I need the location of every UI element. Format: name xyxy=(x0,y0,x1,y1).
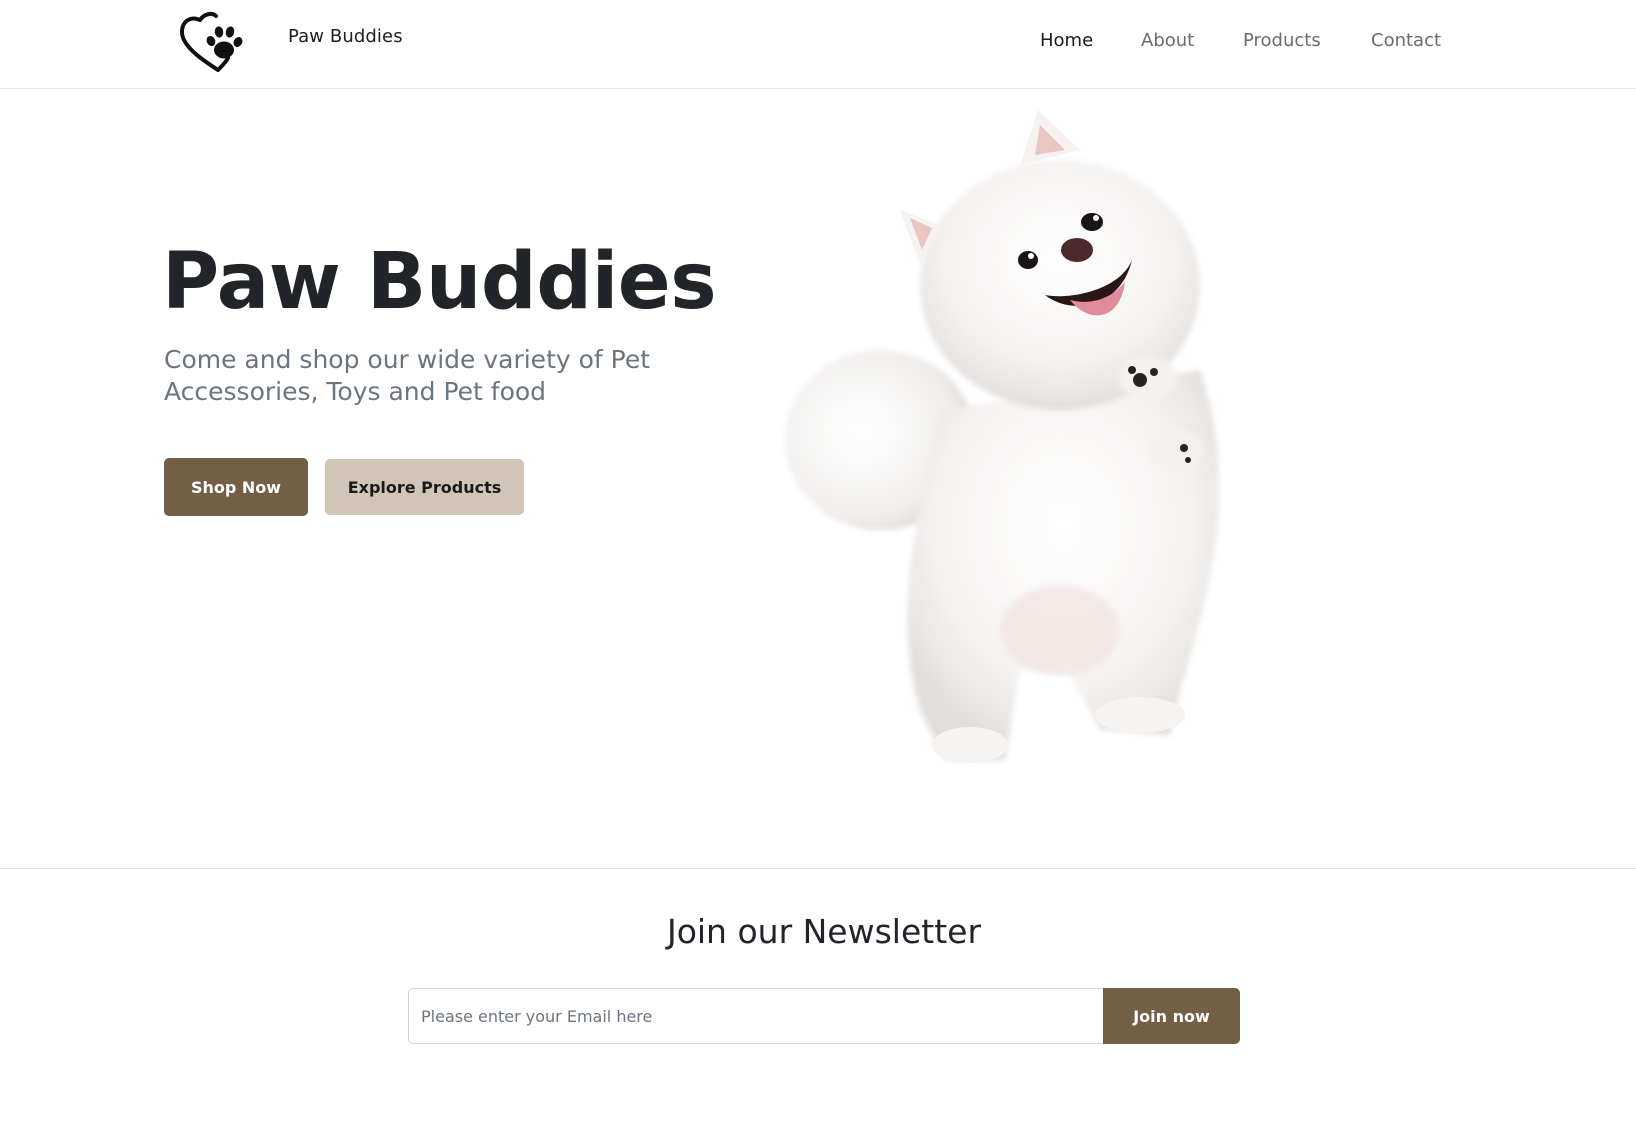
section-divider xyxy=(0,868,1636,869)
newsletter-form: Join now xyxy=(408,988,1240,1044)
nav-link-about[interactable]: About xyxy=(1141,30,1194,51)
nav-link-home[interactable]: Home xyxy=(1040,30,1093,51)
hero-subtitle: Come and shop our wide variety of Pet Ac… xyxy=(164,345,651,406)
hero-title: Paw Buddies xyxy=(162,237,717,327)
brand-logo[interactable] xyxy=(178,10,252,73)
navbar: Paw Buddies Home About Products Contact xyxy=(0,0,1636,89)
newsletter-title: Join our Newsletter xyxy=(666,912,982,951)
explore-products-button[interactable]: Explore Products xyxy=(325,459,524,515)
nav-link-products[interactable]: Products xyxy=(1243,30,1321,51)
email-input[interactable] xyxy=(408,988,1104,1044)
join-now-button[interactable]: Join now xyxy=(1103,988,1240,1044)
nav-link-contact[interactable]: Contact xyxy=(1371,30,1441,51)
brand-name[interactable]: Paw Buddies xyxy=(288,26,403,47)
hero-dog-image xyxy=(785,110,1220,763)
heart-paw-icon xyxy=(180,11,243,73)
shop-now-button[interactable]: Shop Now xyxy=(164,458,308,516)
